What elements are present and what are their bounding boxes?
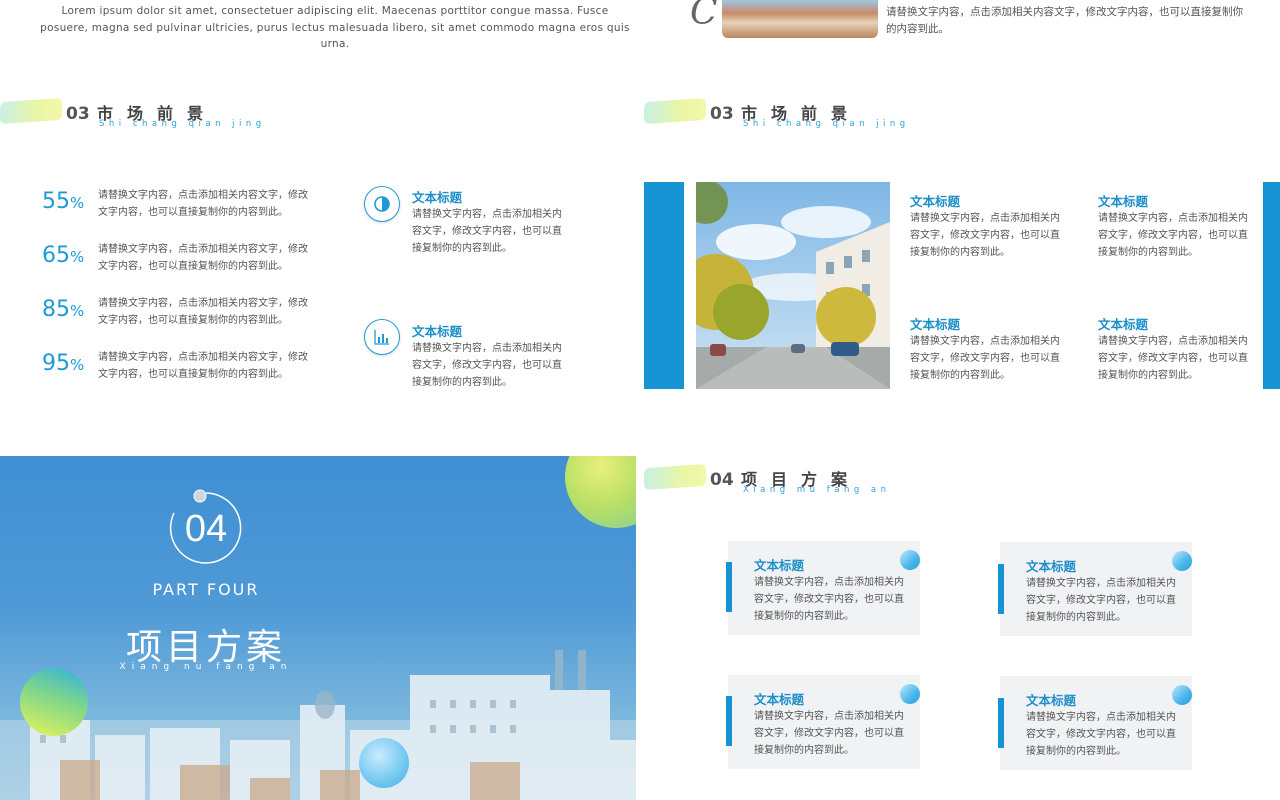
slide-market-photo[interactable]: 03 市场前景 Shi chang qian jing 文本标题 请替换文字内容… bbox=[644, 90, 1280, 420]
card-accent-bar bbox=[998, 698, 1004, 748]
section-pinyin: Shi chang qian jing bbox=[743, 119, 910, 129]
stat-value: 85% bbox=[42, 297, 85, 322]
yellow-green-orb bbox=[20, 668, 88, 736]
item-title: 文本标题 bbox=[1098, 317, 1149, 332]
card-title: 文本标题 bbox=[1026, 693, 1077, 708]
feature-title: 文本标题 bbox=[412, 324, 463, 339]
item-title: 文本标题 bbox=[910, 194, 961, 209]
card-dot-icon bbox=[900, 684, 920, 704]
lorem-paragraph: Lorem ipsum dolor sit amet, consectetuer… bbox=[40, 5, 630, 50]
card-accent-bar bbox=[726, 696, 732, 746]
feature-description: 请替换文字内容，点击添加相关内容文字，修改文字内容，也可以直接复制你的内容到此。 bbox=[412, 209, 562, 254]
item-description: 请替换文字内容，点击添加相关内容文字，修改文字内容，也可以直接复制你的内容到此。 bbox=[1098, 336, 1248, 381]
item-title: 文本标题 bbox=[910, 317, 961, 332]
item-description: 请替换文字内容，点击添加相关内容文字，修改文字内容，也可以直接复制你的内容到此。 bbox=[1098, 213, 1248, 258]
section-heading: 03 市场前景 Shi chang qian jing bbox=[0, 97, 300, 140]
part-pinyin: Xiang nu fang an bbox=[119, 662, 293, 672]
heading-band-decoration bbox=[644, 97, 706, 125]
item-description: 请替换文字内容，点击添加相关内容文字，修改文字内容，也可以直接复制你的内容到此。 bbox=[910, 336, 1060, 381]
slide-project-plan[interactable]: 04 项目方案 Xiang mu fang an 文本标题 请替换文字内容，点击… bbox=[644, 456, 1280, 800]
item-description: 请替换文字内容，点击添加相关内容文字，修改文字内容，也可以直接复制你的内容到此。 bbox=[910, 213, 1060, 258]
stat-description: 请替换文字内容，点击添加相关内容文字，修改文字内容，也可以直接复制你的内容到此。 bbox=[98, 298, 308, 326]
feature-title: 文本标题 bbox=[412, 190, 463, 205]
left-accent-bar bbox=[644, 182, 684, 389]
city-skyline-illustration bbox=[0, 650, 636, 800]
city-photo-thumbnail bbox=[722, 0, 878, 38]
stat-value: 55% bbox=[42, 189, 85, 214]
part-number: 04 bbox=[184, 508, 228, 550]
street-photo bbox=[696, 182, 890, 389]
card-title: 文本标题 bbox=[754, 692, 805, 707]
card-description: 请替换文字内容，点击添加相关内容文字，修改文字内容，也可以直接复制你的内容到此。 bbox=[754, 577, 904, 622]
stat-description: 请替换文字内容，点击添加相关内容文字，修改文字内容，也可以直接复制你的内容到此。 bbox=[98, 244, 308, 272]
card-accent-bar bbox=[726, 562, 732, 612]
bar-chart-icon bbox=[364, 319, 400, 355]
section-number: 03 bbox=[66, 104, 90, 124]
card-description: 请替换文字内容，点击添加相关内容文字，修改文字内容，也可以直接复制你的内容到此。 bbox=[1026, 712, 1176, 757]
light-blue-orb bbox=[359, 738, 409, 788]
stat-description: 请替换文字内容，点击添加相关内容文字，修改文字内容，也可以直接复制你的内容到此。 bbox=[98, 352, 308, 380]
section-pinyin: Shi chang qian jing bbox=[99, 119, 266, 129]
half-circle-icon bbox=[364, 186, 400, 222]
part-label: PART FOUR bbox=[152, 580, 260, 599]
green-corner-circle bbox=[565, 456, 636, 528]
card-dot-icon bbox=[1172, 551, 1192, 571]
item-title: 文本标题 bbox=[1098, 194, 1149, 209]
card-description: 请替换文字内容，点击添加相关内容文字，修改文字内容，也可以直接复制你的内容到此。 bbox=[1026, 578, 1176, 623]
feature-description: 请替换文字内容，点击添加相关内容文字，修改文字内容，也可以直接复制你的内容到此。 bbox=[412, 343, 562, 388]
section-heading: 03 市场前景 Shi chang qian jing bbox=[644, 97, 944, 140]
card-accent-bar bbox=[998, 564, 1004, 614]
stat-description: 请替换文字内容，点击添加相关内容文字，修改文字内容，也可以直接复制你的内容到此。 bbox=[98, 190, 308, 218]
card-dot-icon bbox=[900, 550, 920, 570]
section-heading: 04 项目方案 Xiang mu fang an bbox=[644, 463, 944, 506]
stat-value: 95% bbox=[42, 351, 85, 376]
slide-part-four-cover[interactable]: 04 PART FOUR 项目方案 Xiang nu fang an bbox=[0, 456, 636, 800]
heading-band-decoration bbox=[644, 463, 706, 491]
section-number: 04 bbox=[710, 470, 734, 490]
card-dot-icon bbox=[1172, 685, 1192, 705]
slide-market-stats[interactable]: 03 市场前景 Shi chang qian jing 55% 请替换文字内容，… bbox=[0, 90, 636, 420]
card-title: 文本标题 bbox=[1026, 559, 1077, 574]
section-pinyin: Xiang mu fang an bbox=[743, 485, 891, 495]
decorative-letter: C bbox=[690, 0, 718, 33]
stat-value: 65% bbox=[42, 243, 85, 268]
section-number: 03 bbox=[710, 104, 734, 124]
card-title: 文本标题 bbox=[754, 558, 805, 573]
card-description: 请替换文字内容，点击添加相关内容文字，修改文字内容，也可以直接复制你的内容到此。 bbox=[754, 711, 904, 756]
heading-band-decoration bbox=[0, 97, 62, 125]
right-accent-bar bbox=[1263, 182, 1280, 389]
top-right-text: 请替换文字内容，点击添加相关内容文字，修改文字内容，也可以直接复制你的内容到此。 bbox=[886, 6, 1243, 35]
